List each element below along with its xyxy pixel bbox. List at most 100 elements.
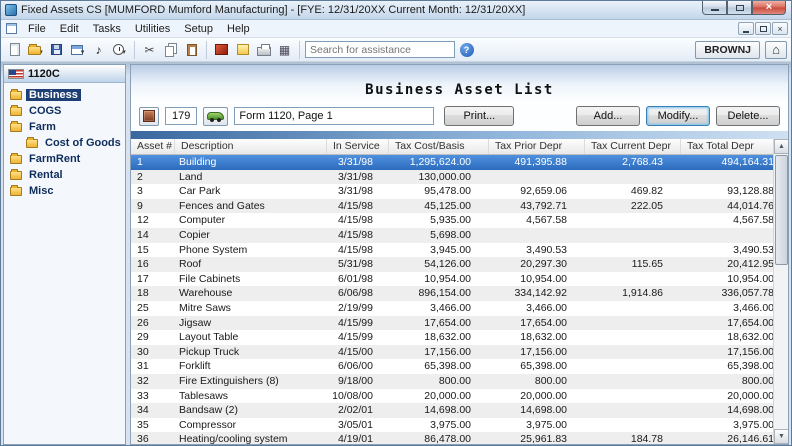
column-header[interactable]: Tax Cost/Basis bbox=[389, 139, 489, 154]
table-row[interactable]: 26 Jigsaw 4/15/99 17,654.00 17,654.00 17… bbox=[131, 316, 776, 331]
column-header[interactable]: Tax Prior Depr bbox=[489, 139, 585, 154]
cell-tax-current-depr bbox=[585, 301, 681, 316]
sidebar-item[interactable]: COGS bbox=[6, 103, 123, 119]
us-flag-icon bbox=[8, 69, 24, 79]
organizer-icon[interactable] bbox=[233, 41, 252, 59]
table-row[interactable]: 34 Bandsaw (2) 2/02/01 14,698.00 14,698.… bbox=[131, 403, 776, 418]
content-area: 1120C Business COGS Farm Cost of Goods F… bbox=[1, 62, 791, 445]
building-image-button[interactable] bbox=[139, 107, 159, 126]
table-row[interactable]: 17 File Cabinets 6/01/98 10,954.00 10,95… bbox=[131, 272, 776, 287]
cell-tax-cost-basis: 14,698.00 bbox=[389, 403, 489, 418]
open-folder-icon[interactable]: ▾ bbox=[26, 41, 45, 59]
cell-asset-number: 36 bbox=[131, 432, 175, 444]
new-document-icon[interactable] bbox=[5, 41, 24, 59]
column-header[interactable]: Tax Total Depr bbox=[681, 139, 776, 154]
cell-tax-current-depr bbox=[585, 345, 681, 360]
table-row[interactable]: 2 Land 3/31/98 130,000.00 bbox=[131, 170, 776, 185]
cell-tax-cost-basis: 130,000.00 bbox=[389, 170, 489, 185]
menu-item[interactable]: Setup bbox=[177, 22, 220, 36]
cell-tax-cost-basis: 3,945.00 bbox=[389, 243, 489, 258]
column-header[interactable]: Description bbox=[175, 139, 327, 154]
sidebar-item[interactable]: Business bbox=[6, 87, 123, 103]
menu-item[interactable]: Tasks bbox=[86, 22, 128, 36]
cut-icon[interactable]: ✂ bbox=[140, 41, 159, 59]
cell-tax-cost-basis: 10,954.00 bbox=[389, 272, 489, 287]
table-row[interactable]: 18 Warehouse 6/06/98 896,154.00 334,142.… bbox=[131, 286, 776, 301]
search-input[interactable] bbox=[305, 41, 455, 58]
cell-tax-prior-depr: 43,792.71 bbox=[489, 199, 585, 214]
modify-button[interactable]: Modify... bbox=[646, 106, 710, 126]
table-row[interactable]: 1 Building 3/31/98 1,295,624.00 491,395.… bbox=[131, 155, 776, 170]
mdi-close-button[interactable]: × bbox=[772, 22, 788, 35]
scroll-down-button[interactable]: ▼ bbox=[774, 429, 788, 444]
table-row[interactable]: 33 Tablesaws 10/08/00 20,000.00 20,000.0… bbox=[131, 389, 776, 404]
mdi-restore-button[interactable] bbox=[755, 22, 771, 35]
vertical-scrollbar[interactable]: ▲ ▼ bbox=[773, 139, 788, 444]
app-window: Fixed Assets CS [MUMFORD Mumford Manufac… bbox=[0, 0, 792, 446]
table-row[interactable]: 15 Phone System 4/15/98 3,945.00 3,490.5… bbox=[131, 243, 776, 258]
column-header[interactable]: Tax Current Depr bbox=[585, 139, 681, 154]
menu-item[interactable]: Edit bbox=[53, 22, 86, 36]
sidebar-item[interactable]: Misc bbox=[6, 183, 123, 199]
column-header[interactable]: In Service bbox=[327, 139, 389, 154]
menu-item[interactable]: Help bbox=[220, 22, 257, 36]
cell-asset-number: 17 bbox=[131, 272, 175, 287]
table-row[interactable]: 14 Copier 4/15/98 5,698.00 bbox=[131, 228, 776, 243]
menu-item[interactable]: Utilities bbox=[128, 22, 177, 36]
calculator-icon[interactable]: ▦ bbox=[275, 41, 294, 59]
cell-in-service: 6/01/98 bbox=[327, 272, 389, 287]
sidebar-item[interactable]: Farm bbox=[6, 119, 123, 135]
home-button[interactable]: ⌂ bbox=[765, 41, 787, 59]
table-row[interactable]: 12 Computer 4/15/98 5,935.00 4,567.58 4,… bbox=[131, 213, 776, 228]
sidebar-item[interactable]: Cost of Goods bbox=[6, 135, 123, 151]
cell-tax-total-depr: 20,000.00 bbox=[681, 389, 776, 404]
maximize-button[interactable] bbox=[727, 1, 752, 15]
column-header[interactable]: Asset # bbox=[131, 139, 175, 154]
controls-row: 179 Print... Add... Modify... Delete... bbox=[131, 101, 788, 131]
scrollbar-thumb[interactable] bbox=[775, 155, 788, 265]
table-row[interactable]: 31 Forklift 6/06/00 65,398.00 65,398.00 … bbox=[131, 359, 776, 374]
cell-tax-prior-depr: 17,156.00 bbox=[489, 345, 585, 360]
sidebar-item[interactable]: Rental bbox=[6, 167, 123, 183]
mdi-minimize-button[interactable] bbox=[738, 22, 754, 35]
table-row[interactable]: 32 Fire Extinguishers (8) 9/18/00 800.00… bbox=[131, 374, 776, 389]
view-form-icon[interactable]: ▾ bbox=[68, 41, 87, 59]
table-row[interactable]: 30 Pickup Truck 4/15/00 17,156.00 17,156… bbox=[131, 345, 776, 360]
cell-description: Roof bbox=[175, 257, 327, 272]
save-icon[interactable] bbox=[47, 41, 66, 59]
table-row[interactable]: 25 Mitre Saws 2/19/99 3,466.00 3,466.00 … bbox=[131, 301, 776, 316]
car-icon bbox=[207, 112, 224, 120]
table-row[interactable]: 9 Fences and Gates 4/15/98 45,125.00 43,… bbox=[131, 199, 776, 214]
timer-icon[interactable]: ▾ bbox=[110, 41, 129, 59]
print-button[interactable]: Print... bbox=[444, 106, 514, 126]
cell-asset-number: 3 bbox=[131, 184, 175, 199]
cell-tax-current-depr bbox=[585, 418, 681, 433]
table-row[interactable]: 16 Roof 5/31/98 54,126.00 20,297.30 115.… bbox=[131, 257, 776, 272]
cell-tax-current-depr: 115.65 bbox=[585, 257, 681, 272]
copy-icon[interactable] bbox=[161, 41, 180, 59]
table-row[interactable]: 36 Heating/cooling system 4/19/01 86,478… bbox=[131, 432, 776, 444]
form-field[interactable] bbox=[234, 107, 434, 125]
minimize-button[interactable] bbox=[702, 1, 727, 15]
folder-glyph bbox=[28, 46, 41, 55]
vehicle-image-button[interactable] bbox=[203, 107, 228, 126]
close-button[interactable]: × bbox=[752, 1, 786, 15]
table-row[interactable]: 35 Compressor 3/05/01 3,975.00 3,975.00 … bbox=[131, 418, 776, 433]
print-icon[interactable] bbox=[254, 41, 273, 59]
sidebar-item[interactable]: FarmRent bbox=[6, 151, 123, 167]
paste-icon[interactable] bbox=[182, 41, 201, 59]
user-button[interactable]: BROWNJ bbox=[695, 41, 760, 59]
delete-button[interactable]: Delete... bbox=[716, 106, 780, 126]
table-row[interactable]: 29 Layout Table 4/15/99 18,632.00 18,632… bbox=[131, 330, 776, 345]
menu-item[interactable]: File bbox=[21, 22, 53, 36]
table-row[interactable]: 3 Car Park 3/31/98 95,478.00 92,659.06 4… bbox=[131, 184, 776, 199]
notes-icon[interactable]: ♪ bbox=[89, 41, 108, 59]
help-icon[interactable]: ? bbox=[457, 41, 476, 59]
cell-tax-cost-basis: 54,126.00 bbox=[389, 257, 489, 272]
scroll-up-button[interactable]: ▲ bbox=[774, 139, 788, 154]
sidebar-item-label: Cost of Goods bbox=[42, 137, 124, 149]
display-assets-icon[interactable] bbox=[212, 41, 231, 59]
cell-in-service: 4/19/01 bbox=[327, 432, 389, 444]
cell-asset-number: 25 bbox=[131, 301, 175, 316]
add-button[interactable]: Add... bbox=[576, 106, 640, 126]
